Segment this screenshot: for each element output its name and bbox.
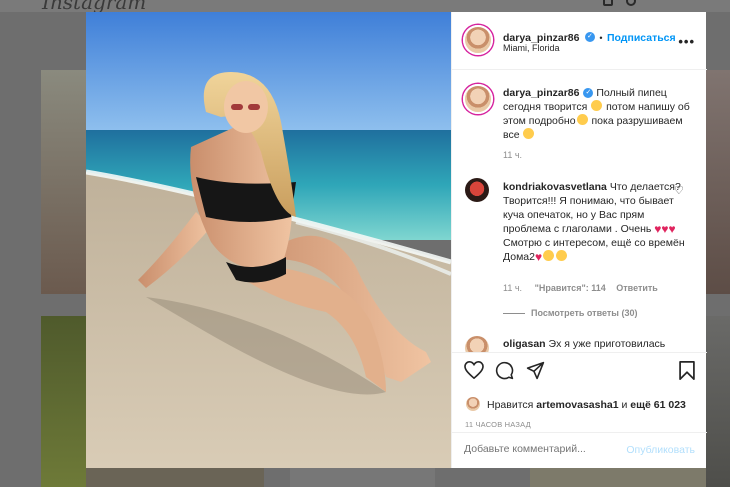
likes-count[interactable]: ещё 61 023: [630, 399, 686, 411]
post-location[interactable]: Miami, Florida: [503, 43, 560, 53]
comment-username[interactable]: oligasan: [503, 338, 546, 350]
like-comment-icon[interactable]: ♡: [674, 184, 684, 197]
background-header: Instagram: [0, 0, 730, 14]
post-header: darya_pinzar86 ✓ • Подписаться Miami, Fl…: [452, 12, 707, 70]
comment-clip: oligasan Эх я уже приготовилась: [452, 334, 707, 352]
red-heart-emoji-icon: ♥♥♥: [654, 222, 676, 236]
caption-time[interactable]: 11 ч.: [503, 150, 522, 160]
post-caption: darya_pinzar86 ✓ Полный пипец сегодня тв…: [503, 86, 698, 142]
post-timestamp[interactable]: 11 ЧАСОВ НАЗАД: [465, 420, 531, 429]
background-post-tile[interactable]: [290, 468, 435, 487]
likes-prefix: Нравится: [487, 399, 534, 411]
liker-username[interactable]: artemovasasha1: [536, 399, 618, 411]
commenter-avatar[interactable]: [465, 336, 489, 352]
verified-icon: ✓: [584, 31, 595, 42]
share-icon[interactable]: [526, 361, 545, 380]
follow-button[interactable]: Подписаться: [607, 32, 676, 44]
emoji-icon: [523, 128, 535, 139]
likes-summary: Нравится artemovasasha1 и ещё 61 023: [487, 398, 686, 412]
background-post-tile[interactable]: [530, 468, 706, 487]
bookmark-icon[interactable]: [679, 361, 695, 380]
replies-divider: [503, 313, 525, 315]
reply-button[interactable]: Ответить: [616, 283, 658, 293]
caption-username[interactable]: darya_pinzar86: [503, 87, 579, 99]
likes-middle: и: [621, 399, 628, 411]
view-replies-button[interactable]: Посмотреть ответы (30): [503, 308, 637, 318]
comment-icon[interactable]: [495, 361, 514, 380]
background-home-icon: [603, 0, 613, 6]
beach-photo-image: [86, 12, 451, 468]
background-post-tile[interactable]: [706, 316, 730, 487]
commenter-avatar[interactable]: [465, 178, 489, 202]
heart-emoji-icon: ♥: [534, 250, 543, 264]
background-post-tile[interactable]: [41, 316, 86, 487]
liker-avatar[interactable]: [466, 397, 480, 411]
comment-meta: 11 ч. "Нравится": 114 Ответить: [503, 283, 658, 293]
background-post-tile[interactable]: [706, 70, 730, 294]
emoji-icon: [576, 114, 588, 125]
view-replies-label: Посмотреть ответы (30): [531, 308, 638, 318]
verified-icon: ✓: [583, 88, 594, 99]
post-details-panel: darya_pinzar86 ✓ • Подписаться Miami, Fl…: [451, 12, 707, 468]
comment-input[interactable]: [464, 443, 614, 455]
background-post-tile[interactable]: [41, 70, 86, 294]
add-comment-bar: Опубликовать: [452, 432, 707, 468]
comment-time[interactable]: 11 ч.: [503, 283, 522, 293]
comment-username[interactable]: kondriakovasvetlana: [503, 181, 607, 193]
comment-text: Эх я уже приготовилась: [548, 338, 666, 350]
publish-button[interactable]: Опубликовать: [626, 444, 695, 456]
caption-avatar[interactable]: [463, 84, 493, 114]
emoji-icon: [543, 250, 555, 261]
emoji-icon: [556, 250, 568, 261]
post-photo[interactable]: [86, 12, 451, 468]
comment-text: Смотрю с интересом, ещё со времён Дома2: [503, 237, 685, 263]
more-icon[interactable]: •••: [678, 34, 695, 49]
emoji-icon: [591, 100, 603, 111]
background-post-tile[interactable]: [86, 468, 264, 487]
comment-likes[interactable]: "Нравится": 114: [535, 283, 606, 293]
author-avatar[interactable]: [463, 25, 493, 55]
comment-body: kondriakovasvetlana Что делается? Творит…: [503, 180, 693, 264]
comment-body: oligasan Эх я уже приготовилась: [503, 337, 693, 351]
heart-icon[interactable]: [464, 361, 484, 379]
background-profile-icon: [626, 0, 636, 6]
